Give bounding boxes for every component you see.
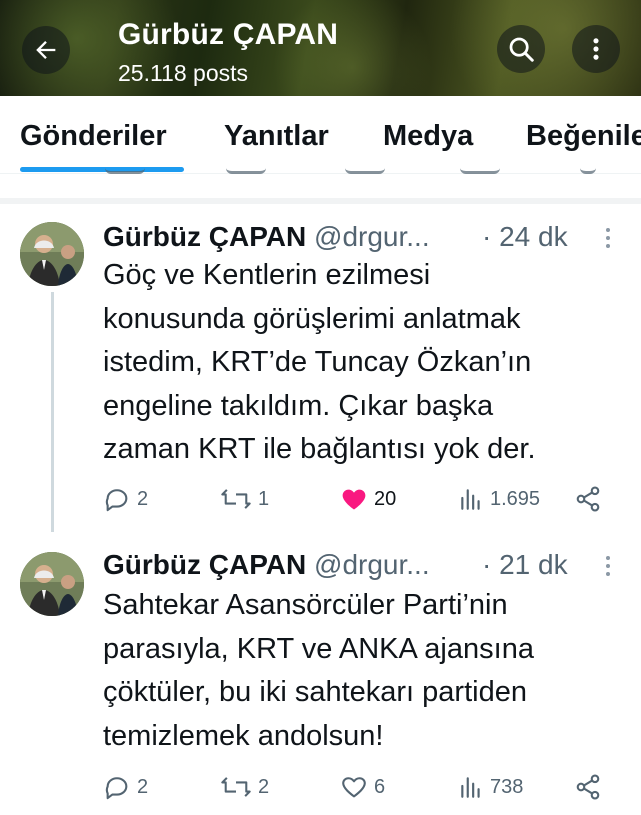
- reply-icon: [105, 489, 128, 512]
- post-text-line: çöktüler, bu iki sahtekarı partiden: [103, 676, 527, 708]
- post-text-line: istedim, KRT’de Tuncay Özkan’ın: [103, 346, 532, 378]
- post-item[interactable]: Gürbüz ÇAPAN @drgur... · 21 dk Sahtekar …: [0, 532, 641, 815]
- like-button[interactable]: 6: [340, 772, 385, 802]
- share-icon: [576, 774, 600, 800]
- author-name[interactable]: Gürbüz ÇAPAN: [103, 549, 306, 580]
- section-divider: [0, 198, 641, 204]
- views-button[interactable]: 738: [458, 772, 523, 802]
- post-time[interactable]: · 21 dk: [482, 548, 568, 582]
- profile-tabs: Gönderiler Yanıtlar Medya Beğeniler: [0, 96, 641, 174]
- reply-count: 2: [137, 487, 149, 510]
- posts-count: 25.118 posts: [118, 60, 249, 86]
- post-text-line: konusunda görüşlerimi anlatmak: [103, 302, 521, 335]
- profile-title: Gürbüz ÇAPAN: [118, 18, 339, 51]
- post-text: Göç ve Kentlerin ezilmesi konusunda görü…: [103, 254, 623, 472]
- view-count: 738: [490, 775, 524, 798]
- more-options-button[interactable]: [572, 25, 620, 73]
- analytics-bars-icon: [461, 777, 480, 798]
- post-text: Sahtekar Asansörcüler Parti’nin parasıyl…: [103, 584, 623, 758]
- post-more-button[interactable]: [604, 228, 612, 252]
- heart-filled-icon: [342, 489, 366, 510]
- post-author-row: Gürbüz ÇAPAN @drgur...: [103, 220, 430, 254]
- back-button[interactable]: [22, 26, 70, 74]
- repost-count: 1: [258, 487, 270, 510]
- share-button[interactable]: [574, 772, 602, 802]
- post-text-line: Sahtekar Asansörcüler Parti’nin: [103, 589, 508, 621]
- post-text-line: Göç ve Kentlerin ezilmesi: [103, 259, 431, 291]
- reply-count: 2: [137, 775, 149, 798]
- post-text-line: engeline takıldım. Çıkar başka: [103, 389, 494, 422]
- tab-posts[interactable]: Gönderiler: [20, 120, 167, 153]
- author-name[interactable]: Gürbüz ÇAPAN: [103, 221, 306, 252]
- tab-replies[interactable]: Yanıtlar: [224, 120, 329, 153]
- reply-icon: [105, 777, 128, 800]
- like-count: 20: [374, 487, 397, 510]
- search-icon: [509, 37, 534, 62]
- analytics-bars-icon: [461, 489, 480, 510]
- author-handle[interactable]: @drgur...: [314, 549, 430, 580]
- reply-button[interactable]: 2: [103, 484, 148, 514]
- repost-count: 2: [258, 775, 270, 798]
- author-handle[interactable]: @drgur...: [314, 221, 430, 252]
- post-text-line: parasıyla, KRT ve ANKA ajansına: [103, 632, 534, 665]
- tab-media[interactable]: Medya: [383, 120, 473, 153]
- profile-photo-icon: [20, 552, 84, 616]
- post-text-line: temizlemek andolsun!: [103, 719, 384, 752]
- post-time[interactable]: · 24 dk: [482, 220, 568, 254]
- views-button[interactable]: 1.695: [458, 484, 540, 514]
- profile-photo-icon: [20, 222, 84, 286]
- search-button[interactable]: [497, 25, 545, 73]
- view-count: 1.695: [490, 487, 541, 510]
- share-icon: [576, 486, 600, 512]
- avatar[interactable]: [20, 552, 84, 616]
- post-item[interactable]: Gürbüz ÇAPAN @drgur... · 24 dk Göç ve Ke…: [0, 206, 641, 532]
- post-text-line: zaman KRT ile bağlantısı yok der.: [103, 433, 536, 465]
- heart-outline-icon: [342, 777, 366, 798]
- avatar[interactable]: [20, 222, 84, 286]
- more-vertical-icon: [593, 38, 599, 60]
- tab-likes[interactable]: Beğeniler: [526, 120, 641, 153]
- repost-icon: [221, 777, 251, 797]
- post-more-button[interactable]: [604, 556, 612, 580]
- repost-icon: [221, 489, 251, 509]
- repost-button[interactable]: 1: [220, 484, 269, 514]
- arrow-left-icon: [36, 41, 56, 59]
- share-button[interactable]: [574, 484, 602, 514]
- like-count: 6: [374, 775, 386, 798]
- reply-button[interactable]: 2: [103, 772, 148, 802]
- profile-header-banner: Gürbüz ÇAPAN 25.118 posts: [0, 0, 641, 96]
- previous-post-clipped-actions: [0, 168, 641, 182]
- post-author-row: Gürbüz ÇAPAN @drgur...: [103, 548, 430, 582]
- like-button[interactable]: 20: [340, 484, 396, 514]
- thread-connector-line: [51, 292, 54, 532]
- repost-button[interactable]: 2: [220, 772, 269, 802]
